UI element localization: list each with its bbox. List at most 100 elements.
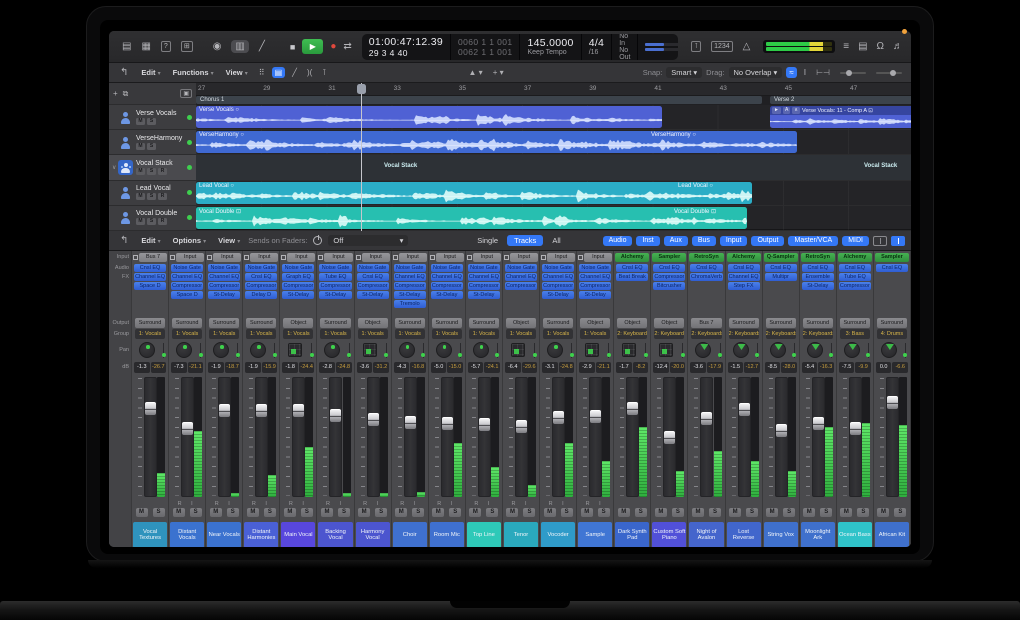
record-input-monitor-row[interactable]: R I (317, 500, 353, 508)
channel-mute-button[interactable]: M (358, 508, 370, 517)
pan-mini-slider[interactable] (311, 343, 312, 358)
loop-browser-icon[interactable]: Ω (877, 41, 884, 52)
channel-solo-button[interactable]: S (635, 508, 647, 517)
fader-track[interactable] (552, 377, 565, 497)
fx-plugin-slot[interactable]: Cnsl EQ (765, 264, 797, 272)
fx-plugin-slot[interactable]: ChromaVerb (690, 273, 722, 281)
group-slot[interactable]: 1: Vocals (543, 329, 573, 339)
fx-plugin-slot[interactable]: Tremolo (394, 300, 426, 308)
fader-cap[interactable] (368, 413, 379, 426)
pointer-tool-menu[interactable]: ▲ ▾ (466, 67, 486, 78)
instrument-slot[interactable]: RetroSyn (689, 253, 723, 262)
pan-mini-slider[interactable] (237, 343, 238, 358)
fader-cap[interactable] (330, 409, 341, 422)
grid-icon[interactable]: ⠿ (256, 67, 268, 78)
fx-plugin-slot[interactable]: Compressor (319, 282, 351, 290)
fx-plugin-slot[interactable]: Cnsl EQ (802, 264, 834, 272)
fader-track[interactable] (292, 377, 305, 497)
input-slot[interactable]: Input (399, 253, 427, 262)
output-slot[interactable]: Object (283, 318, 313, 328)
fader-cap[interactable] (627, 402, 638, 415)
fx-plugin-slot[interactable]: Noise Gate (431, 264, 463, 272)
fader-cap[interactable] (813, 417, 824, 430)
track-header[interactable]: Verse VocalsMS (109, 105, 196, 130)
channel-mute-button[interactable]: M (655, 508, 667, 517)
group-slot[interactable]: 3: Bass (840, 329, 870, 339)
channel-name-label[interactable]: African Kit (875, 522, 909, 548)
solo-button[interactable]: S (147, 168, 156, 175)
edit-menu[interactable]: Edit ▾ (141, 68, 160, 77)
fx-plugin-slot[interactable]: Noise Gate (357, 264, 389, 272)
fx-plugin-slot[interactable]: Cnsl EQ (876, 264, 908, 272)
input-format-icon[interactable] (541, 255, 546, 260)
pan-knob[interactable] (324, 342, 340, 358)
channel-mute-button[interactable]: M (581, 508, 593, 517)
pan-mini-slider[interactable] (423, 343, 424, 358)
pan-mini-slider[interactable] (571, 343, 572, 358)
track-header-config-icon[interactable]: ▣ (180, 89, 192, 98)
fader-track[interactable] (775, 377, 788, 497)
pan-mini-slider[interactable] (682, 343, 683, 358)
record-input-monitor-row[interactable]: R I (429, 500, 465, 508)
channel-mute-button[interactable]: M (766, 508, 778, 517)
group-slot[interactable]: 1: Vocals (135, 329, 165, 339)
channel-name-label[interactable]: Sample (578, 522, 612, 548)
record-input-monitor-row[interactable]: R I (466, 500, 502, 508)
channel-solo-button[interactable]: S (857, 508, 869, 517)
library-icon[interactable]: ▤ (122, 41, 131, 52)
fx-plugin-slot[interactable]: Channel EQ (208, 273, 240, 281)
input-format-icon[interactable] (430, 255, 435, 260)
channel-mute-button[interactable]: M (729, 508, 741, 517)
object-pan-pad[interactable] (659, 343, 673, 357)
fx-plugin-slot[interactable]: Channel EQ (394, 273, 426, 281)
instrument-slot[interactable]: RetroSyn (801, 253, 835, 262)
fx-plugin-slot[interactable]: Cnsl EQ (839, 264, 871, 272)
inspector-icon[interactable]: ▦ (141, 41, 150, 52)
input-format-icon[interactable] (504, 255, 509, 260)
lcd-display[interactable]: 01:00:47:12.39 29 3 4 40 0060 1 1 001 00… (362, 34, 679, 60)
pan-knob[interactable] (213, 342, 229, 358)
channel-mute-button[interactable]: M (469, 508, 481, 517)
mixer-view-menu[interactable]: View ▾ (218, 236, 240, 245)
instrument-slot[interactable]: Alchemy (615, 253, 649, 262)
object-pan-pad[interactable] (288, 343, 302, 357)
horizontal-zoom-slider[interactable] (876, 72, 902, 74)
fader-cap[interactable] (182, 422, 193, 435)
output-slot[interactable]: Surround (320, 318, 350, 328)
record-input-monitor-row[interactable]: R I (540, 500, 576, 508)
pan-mini-slider[interactable] (200, 343, 201, 358)
metronome-icon[interactable]: △ (743, 41, 751, 52)
output-slot[interactable]: Object (580, 318, 610, 328)
audio-region[interactable]: Vocal Double ⊡Vocal Double ⊡ (196, 207, 747, 229)
mixer-edit-menu[interactable]: Edit ▾ (141, 236, 160, 245)
fader-track[interactable] (886, 377, 899, 497)
fader-track[interactable] (589, 377, 602, 497)
input-slot[interactable]: Input (510, 253, 538, 262)
fx-plugin-slot[interactable]: Compressor (431, 282, 463, 290)
output-slot[interactable]: Surround (877, 318, 907, 328)
fader-track[interactable] (478, 377, 491, 497)
fader-cap[interactable] (256, 404, 267, 417)
pan-knob[interactable] (473, 342, 489, 358)
input-slot[interactable]: Input (362, 253, 390, 262)
fx-plugin-slot[interactable]: Cnsl EQ (690, 264, 722, 272)
track-on-indicator[interactable] (187, 140, 192, 145)
fx-plugin-slot[interactable]: Channel EQ (431, 273, 463, 281)
auto-track-zoom-button[interactable]: Ⅰ (801, 67, 809, 78)
input-format-icon[interactable] (467, 255, 472, 260)
fx-plugin-slot[interactable]: St-Delay (208, 291, 240, 299)
group-slot[interactable]: 2: Keyboards (766, 329, 796, 339)
flex-icon[interactable]: )( (304, 67, 315, 78)
input-format-icon[interactable] (356, 255, 361, 260)
group-slot[interactable]: 4: Drums (877, 329, 907, 339)
pan-mini-slider[interactable] (720, 343, 721, 358)
fx-plugin-slot[interactable]: Compressor (542, 282, 574, 290)
fx-plugin-slot[interactable]: Noise Gate (579, 264, 611, 272)
channel-solo-button[interactable]: S (523, 508, 535, 517)
group-slot[interactable]: 2: Keyboards (729, 329, 759, 339)
fader-track[interactable] (663, 377, 676, 497)
fx-plugin-slot[interactable]: Noise Gate (394, 264, 426, 272)
playhead[interactable] (361, 83, 362, 231)
track-header[interactable]: Vocal DoubleMSR (109, 206, 196, 231)
secondary-tool-menu[interactable]: + ▾ (490, 67, 507, 78)
